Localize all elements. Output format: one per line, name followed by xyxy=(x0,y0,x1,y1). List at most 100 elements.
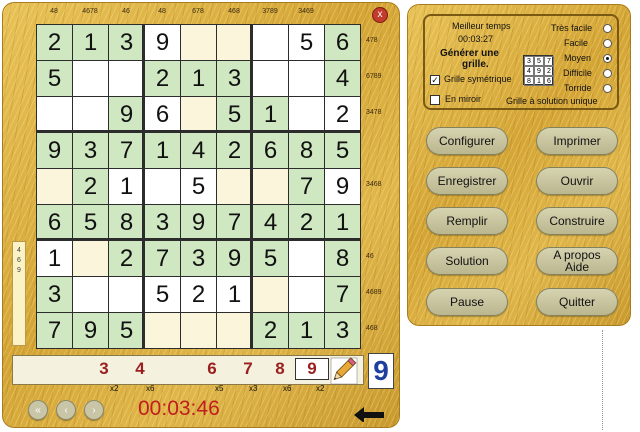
sudoku-cell[interactable]: 4 xyxy=(325,61,360,96)
sudoku-cell[interactable]: 9 xyxy=(217,241,252,276)
sudoku-cell[interactable]: 2 xyxy=(253,313,288,348)
sudoku-cell[interactable] xyxy=(145,313,180,348)
sudoku-cell[interactable]: 2 xyxy=(217,133,252,168)
sudoku-cell[interactable] xyxy=(253,277,288,312)
sudoku-cell[interactable] xyxy=(181,313,216,348)
sudoku-cell[interactable]: 3 xyxy=(217,61,252,96)
digit-button-4[interactable]: 4 xyxy=(123,358,157,380)
digit-button-5[interactable] xyxy=(159,358,193,380)
sudoku-cell[interactable]: 7 xyxy=(217,205,252,240)
sudoku-cell[interactable]: 2 xyxy=(289,205,324,240)
sudoku-cell[interactable]: 1 xyxy=(73,25,108,60)
sudoku-cell[interactable]: 1 xyxy=(181,61,216,96)
sudoku-cell[interactable]: 6 xyxy=(325,25,360,60)
sudoku-cell[interactable]: 8 xyxy=(325,241,360,276)
sudoku-cell[interactable]: 9 xyxy=(73,313,108,348)
sudoku-cell[interactable] xyxy=(217,313,252,348)
sudoku-cell[interactable] xyxy=(181,25,216,60)
sudoku-cell[interactable] xyxy=(253,25,288,60)
sudoku-cell[interactable]: 5 xyxy=(181,169,216,204)
sudoku-cell[interactable]: 9 xyxy=(109,97,144,132)
sudoku-cell[interactable] xyxy=(37,169,72,204)
sudoku-cell[interactable]: 5 xyxy=(253,241,288,276)
sudoku-cell[interactable] xyxy=(181,97,216,132)
sudoku-cell[interactable]: 7 xyxy=(325,277,360,312)
sudoku-cell[interactable]: 2 xyxy=(325,97,360,132)
sudoku-cell[interactable]: 5 xyxy=(217,97,252,132)
sudoku-cell[interactable] xyxy=(37,97,72,132)
imprimer-button[interactable]: Imprimer xyxy=(536,127,618,155)
sudoku-cell[interactable]: 5 xyxy=(145,277,180,312)
sudoku-cell[interactable]: 1 xyxy=(37,241,72,276)
sudoku-cell[interactable] xyxy=(73,61,108,96)
sudoku-cell[interactable] xyxy=(217,25,252,60)
quitter-button[interactable]: Quitter xyxy=(536,288,618,316)
sudoku-cell[interactable]: 3 xyxy=(37,277,72,312)
sudoku-cell[interactable]: 6 xyxy=(145,97,180,132)
sudoku-cell[interactable]: 1 xyxy=(253,97,288,132)
sudoku-cell[interactable]: 5 xyxy=(289,25,324,60)
ouvrir-button[interactable]: Ouvrir xyxy=(536,167,618,195)
sudoku-cell[interactable] xyxy=(289,241,324,276)
pencil-icon[interactable] xyxy=(327,354,359,386)
sudoku-cell[interactable]: 6 xyxy=(37,205,72,240)
difficulty-radio-difficile[interactable] xyxy=(603,69,612,78)
difficulty-radio-facile[interactable] xyxy=(603,39,612,48)
sudoku-cell[interactable] xyxy=(253,61,288,96)
sudoku-cell[interactable]: 9 xyxy=(181,205,216,240)
sudoku-cell[interactable] xyxy=(73,241,108,276)
sudoku-cell[interactable]: 4 xyxy=(181,133,216,168)
enregistrer-button[interactable]: Enregistrer xyxy=(426,167,508,195)
sudoku-cell[interactable]: 1 xyxy=(325,205,360,240)
difficulty-radio-tres-facile[interactable] xyxy=(603,24,612,33)
remplir-button[interactable]: Remplir xyxy=(426,207,508,235)
sudoku-cell[interactable]: 9 xyxy=(325,169,360,204)
sudoku-cell[interactable] xyxy=(253,169,288,204)
sudoku-cell[interactable]: 5 xyxy=(73,205,108,240)
sudoku-cell[interactable]: 2 xyxy=(181,277,216,312)
configurer-button[interactable]: Configurer xyxy=(426,127,508,155)
sudoku-cell[interactable] xyxy=(289,277,324,312)
sudoku-cell[interactable]: 7 xyxy=(289,169,324,204)
sudoku-cell[interactable]: 1 xyxy=(109,169,144,204)
sudoku-cell[interactable]: 4 xyxy=(253,205,288,240)
sudoku-cell[interactable]: 2 xyxy=(145,61,180,96)
sudoku-cell[interactable]: 8 xyxy=(289,133,324,168)
sudoku-cell[interactable]: 5 xyxy=(37,61,72,96)
close-button[interactable]: x xyxy=(373,8,387,22)
sudoku-cell[interactable]: 1 xyxy=(145,133,180,168)
sudoku-cell[interactable] xyxy=(109,277,144,312)
sudoku-cell[interactable]: 3 xyxy=(181,241,216,276)
mirror-checkbox[interactable] xyxy=(430,95,440,105)
sudoku-cell[interactable]: 6 xyxy=(253,133,288,168)
pause-button[interactable]: Pause xyxy=(426,288,508,316)
digit-button-6[interactable]: 6 xyxy=(195,358,229,380)
sudoku-cell[interactable]: 9 xyxy=(145,25,180,60)
sudoku-cell[interactable] xyxy=(73,277,108,312)
sudoku-cell[interactable]: 9 xyxy=(37,133,72,168)
undo-arrow-icon[interactable] xyxy=(352,404,386,422)
sudoku-cell[interactable] xyxy=(73,97,108,132)
sudoku-cell[interactable]: 7 xyxy=(109,133,144,168)
difficulty-radio-moyen[interactable] xyxy=(603,54,612,63)
symmetric-checkbox[interactable]: ✓ xyxy=(430,75,440,85)
sudoku-cell[interactable]: 2 xyxy=(109,241,144,276)
sudoku-cell[interactable]: 5 xyxy=(109,313,144,348)
sudoku-cell[interactable]: 5 xyxy=(325,133,360,168)
sudoku-cell[interactable]: 2 xyxy=(37,25,72,60)
digit-button-9[interactable]: 9 xyxy=(295,358,329,380)
next-button[interactable]: › xyxy=(84,400,104,420)
sudoku-cell[interactable]: 3 xyxy=(73,133,108,168)
solution-button[interactable]: Solution xyxy=(426,247,508,275)
digit-button-3[interactable]: 3 xyxy=(87,358,121,380)
first-button[interactable]: « xyxy=(28,400,48,420)
sudoku-cell[interactable]: 3 xyxy=(145,205,180,240)
digit-button-1[interactable] xyxy=(15,358,49,380)
sudoku-cell[interactable]: 7 xyxy=(145,241,180,276)
difficulty-radio-torride[interactable] xyxy=(603,84,612,93)
sudoku-cell[interactable] xyxy=(109,61,144,96)
sudoku-cell[interactable]: 1 xyxy=(217,277,252,312)
digit-button-8[interactable]: 8 xyxy=(263,358,297,380)
digit-button-2[interactable] xyxy=(51,358,85,380)
sudoku-cell[interactable]: 1 xyxy=(289,313,324,348)
